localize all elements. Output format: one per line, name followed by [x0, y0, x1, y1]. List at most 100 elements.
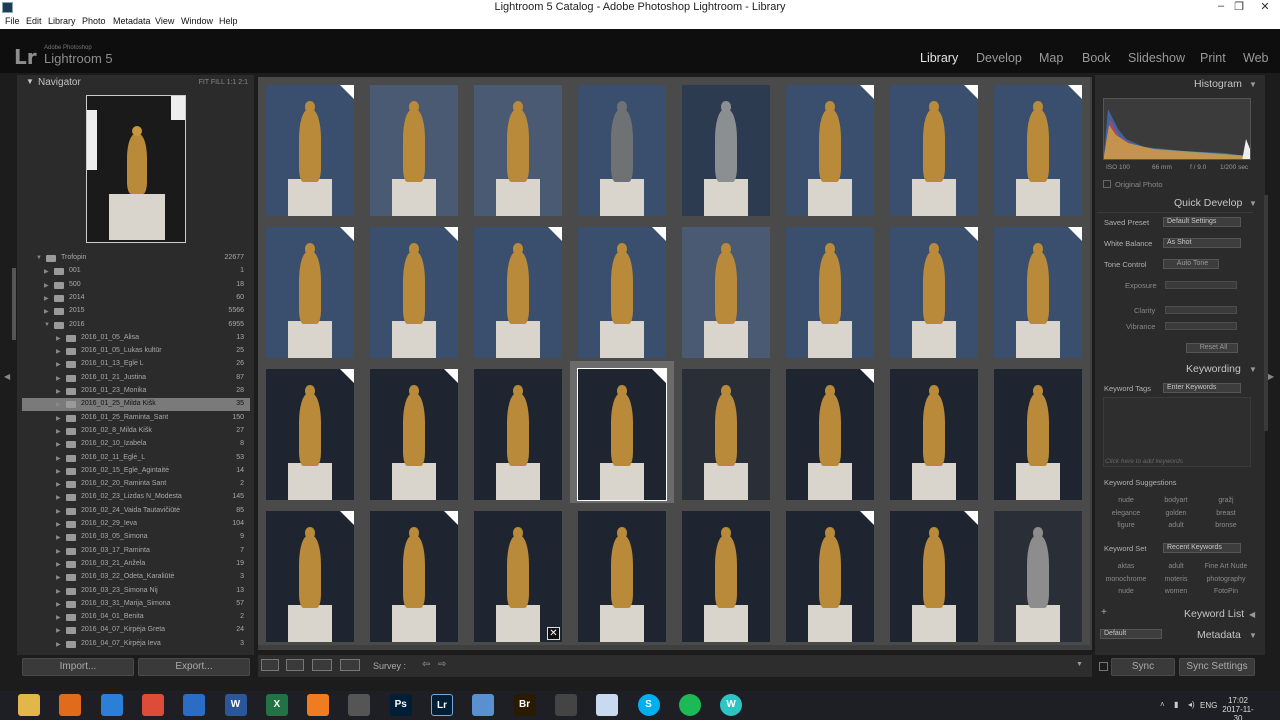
folder-row[interactable]: ▶ 2016_01_25_Raminta_Sant 150 [22, 412, 250, 425]
keyword-chip[interactable]: nude [1101, 497, 1151, 504]
disclosure-triangle-icon[interactable]: ▶ [56, 601, 61, 608]
disclosure-triangle-icon[interactable]: ▶ [56, 375, 61, 382]
maximize-icon[interactable]: ❐ [1230, 0, 1248, 13]
disclosure-triangle-icon[interactable]: ▶ [56, 388, 61, 395]
thumbnail-cell[interactable] [362, 77, 466, 219]
keyword-chip[interactable]: figure [1101, 522, 1151, 529]
clarity-stepper[interactable] [1165, 306, 1237, 314]
disclosure-triangle-icon[interactable]: ▶ [56, 348, 61, 355]
folder-row[interactable]: ▶ 2016_04_01_Benita 2 [22, 611, 250, 624]
navigator-header[interactable]: ▼ Navigator FIT FILL 1:1 2:1 [24, 76, 250, 90]
photo-thumbnail[interactable] [890, 85, 978, 216]
disclosure-triangle-icon[interactable]: ▶ [56, 508, 61, 515]
app-icon[interactable] [554, 694, 577, 716]
menu-photo[interactable]: Photo [82, 16, 106, 26]
disclosure-triangle-icon[interactable]: ▶ [44, 282, 49, 289]
compare-view-icon[interactable] [312, 659, 332, 671]
thumbnail-cell[interactable] [882, 503, 986, 645]
skype-for-business-icon[interactable] [183, 694, 206, 716]
metadata-preset-select[interactable]: Default [1100, 629, 1162, 639]
close-badge-icon[interactable]: ✕ [547, 627, 560, 640]
spotify-icon[interactable] [678, 694, 701, 716]
thumbnail-cell[interactable] [986, 77, 1090, 219]
photo-thumbnail[interactable] [682, 85, 770, 216]
disclosure-triangle-icon[interactable]: ▶ [56, 481, 61, 488]
survey-view-icon[interactable] [340, 659, 360, 671]
thumbnail-cell[interactable] [570, 503, 674, 645]
photo-thumbnail[interactable] [890, 511, 978, 642]
minimize-icon[interactable]: – [1212, 0, 1230, 12]
metadata-title[interactable]: Metadata [1197, 629, 1241, 641]
disclosure-triangle-icon[interactable]: ▶ [56, 548, 61, 555]
folder-row[interactable]: ▶ 2016_01_05_Lukas kultūr 25 [22, 345, 250, 358]
module-print[interactable]: Print [1200, 51, 1226, 65]
exposure-stepper[interactable] [1165, 281, 1237, 289]
keyword-chip[interactable]: aktas [1101, 563, 1151, 570]
thumbnail-cell[interactable] [674, 361, 778, 503]
folder-row[interactable]: ▶ 2016_03_17_Raminta 7 [22, 545, 250, 558]
close-icon[interactable]: ✕ [1256, 0, 1274, 13]
folder-row[interactable]: ▶ 2016_01_23_Monika 28 [22, 385, 250, 398]
photo-thumbnail[interactable] [994, 85, 1082, 216]
folder-row[interactable]: ▼ 2016 6955 [22, 319, 250, 332]
right-scrollbar[interactable] [1264, 195, 1268, 431]
thumbnail-cell[interactable] [778, 503, 882, 645]
disclosure-triangle-icon[interactable]: ▶ [56, 494, 61, 501]
photo-thumbnail[interactable] [578, 227, 666, 358]
disclosure-triangle-icon[interactable]: ▶ [56, 428, 61, 435]
folder-row[interactable]: ▶ 2016_02_23_Lizdas N_Modesta 145 [22, 491, 250, 504]
toolbar-menu-icon[interactable]: ▼ [1076, 661, 1083, 668]
disclosure-triangle-icon[interactable]: ▶ [56, 361, 61, 368]
thumbnail-cell[interactable] [362, 503, 466, 645]
folder-row[interactable]: ▶ 2016_03_22_Odeta_Karaliūtė 3 [22, 571, 250, 584]
camera-icon[interactable] [348, 694, 371, 716]
previous-arrow-icon[interactable]: ⇦ [422, 659, 430, 670]
thumbnail-cell[interactable] [466, 361, 570, 503]
thumbnail-cell[interactable] [258, 361, 362, 503]
photo-thumbnail[interactable] [370, 85, 458, 216]
disclosure-triangle-icon[interactable]: ▶ [56, 561, 61, 568]
lightroom-icon[interactable]: Lr [431, 694, 453, 716]
folder-row[interactable]: ▶ 2016_01_05_Alisa 13 [22, 332, 250, 345]
thumbnail-cell[interactable] [778, 219, 882, 361]
menu-window[interactable]: Window [181, 16, 213, 26]
folder-row[interactable]: ▶ 500 18 [22, 279, 250, 292]
export-button[interactable]: Export... [138, 658, 250, 676]
photo-thumbnail[interactable] [577, 368, 667, 501]
quick-develop-collapse-icon[interactable]: ▼ [1249, 199, 1257, 208]
disclosure-triangle-icon[interactable]: ▼ [36, 255, 42, 261]
folder-row[interactable]: ▶ 2016_02_11_Eglė_L 53 [22, 452, 250, 465]
photo-thumbnail[interactable] [786, 511, 874, 642]
sync-settings-button[interactable]: Sync Settings [1179, 658, 1255, 676]
navigator-zoom-options[interactable]: FIT FILL 1:1 2:1 [199, 79, 248, 86]
photo-thumbnail[interactable] [370, 227, 458, 358]
white-balance-select[interactable]: As Shot [1163, 238, 1241, 248]
keyword-chip[interactable]: gražį [1201, 497, 1251, 504]
menu-view[interactable]: View [155, 16, 174, 26]
folders-scrollbar[interactable] [12, 268, 16, 340]
right-panel-toggle-icon[interactable]: ▶ [1268, 372, 1274, 381]
histogram-collapse-icon[interactable]: ▼ [1249, 80, 1257, 89]
disclosure-triangle-icon[interactable]: ▼ [44, 322, 50, 328]
file-explorer-icon[interactable] [18, 694, 40, 716]
menu-edit[interactable]: Edit [26, 16, 42, 26]
folder-row[interactable]: ▶ 2016_01_25_Milda Kišk 35 [22, 398, 250, 412]
folder-row[interactable]: ▶ 2016_02_24_Vaida Tautavičiūtė 85 [22, 505, 250, 518]
photo-thumbnail[interactable] [266, 369, 354, 500]
thumbnail-cell[interactable] [986, 503, 1090, 645]
menu-file[interactable]: File [5, 16, 20, 26]
left-panel-toggle-icon[interactable]: ◀ [4, 372, 10, 381]
folder-row[interactable]: ▶ 2016_03_05_Simona 9 [22, 531, 250, 544]
add-keyword-icon[interactable]: + [1101, 607, 1107, 618]
thumbnail-cell[interactable] [466, 503, 570, 645]
thumbnail-cell[interactable] [570, 219, 674, 361]
folder-row[interactable]: ▶ 2016_01_13_Eglė L 26 [22, 358, 250, 371]
folder-row[interactable]: ▶ 2016_01_21_Justina 87 [22, 372, 250, 385]
photo-thumbnail[interactable] [786, 369, 874, 500]
photo-thumbnail[interactable] [994, 227, 1082, 358]
menu-library[interactable]: Library [48, 16, 76, 26]
disclosure-triangle-icon[interactable]: ▶ [56, 574, 61, 581]
thumbnail-cell[interactable] [986, 361, 1090, 503]
word-icon[interactable]: W [224, 694, 247, 716]
keyword-chip[interactable]: bodyart [1151, 497, 1201, 504]
